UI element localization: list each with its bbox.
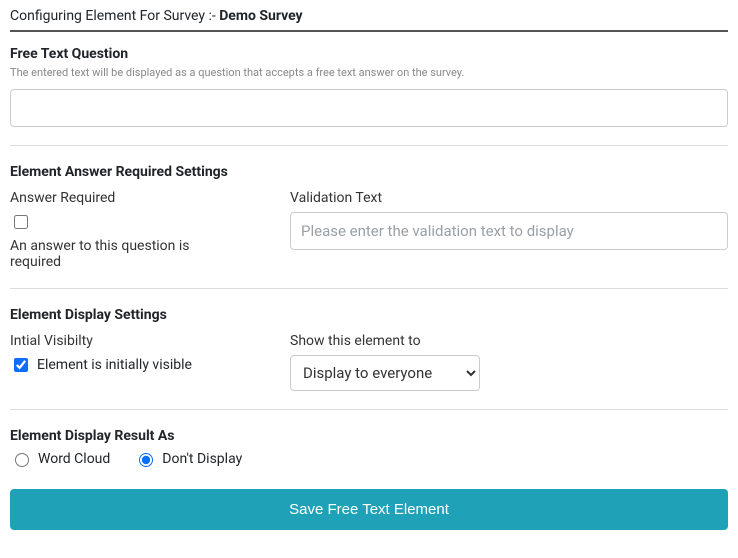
show-to-label: Show this element to <box>290 333 728 349</box>
answer-required-heading: Element Answer Required Settings <box>10 164 728 180</box>
section-free-text: Free Text Question The entered text will… <box>10 46 728 127</box>
answer-required-checkbox[interactable] <box>14 215 28 229</box>
initial-visibility-text: Element is initially visible <box>37 357 192 373</box>
section-display-result-as: Element Display Result As Word Cloud Don… <box>10 428 728 467</box>
free-text-helper: The entered text will be displayed as a … <box>10 66 728 79</box>
result-label-dont-display: Don't Display <box>162 451 242 467</box>
free-text-input[interactable] <box>10 89 728 127</box>
result-label-word-cloud: Word Cloud <box>38 451 110 467</box>
initial-visibility-label: Intial Visibilty <box>10 333 270 349</box>
divider <box>10 145 728 146</box>
initial-visibility-row[interactable]: Element is initially visible <box>10 355 270 375</box>
validation-text-label: Validation Text <box>290 190 728 206</box>
divider <box>10 409 728 410</box>
page-title-prefix: Configuring Element For Survey :- <box>10 8 219 24</box>
page-title: Configuring Element For Survey :- Demo S… <box>10 8 728 32</box>
divider <box>10 288 728 289</box>
save-button[interactable]: Save Free Text Element <box>10 489 728 530</box>
display-result-heading: Element Display Result As <box>10 428 728 444</box>
display-settings-heading: Element Display Settings <box>10 307 728 323</box>
show-to-select[interactable]: Display to everyone <box>290 355 480 391</box>
section-answer-required: Element Answer Required Settings Answer … <box>10 164 728 270</box>
validation-text-input[interactable] <box>290 212 728 250</box>
result-radio-dont-display[interactable] <box>139 453 153 467</box>
result-option-dont-display[interactable]: Don't Display <box>134 450 242 467</box>
section-display-settings: Element Display Settings Intial Visibilt… <box>10 307 728 391</box>
initial-visibility-checkbox[interactable] <box>14 358 28 372</box>
answer-required-label: Answer Required <box>10 190 270 206</box>
answer-required-hint: An answer to this question is required <box>10 238 230 270</box>
result-option-word-cloud[interactable]: Word Cloud <box>10 450 110 467</box>
free-text-heading: Free Text Question <box>10 46 728 62</box>
result-radio-word-cloud[interactable] <box>15 453 29 467</box>
page-title-survey-name: Demo Survey <box>219 8 302 24</box>
